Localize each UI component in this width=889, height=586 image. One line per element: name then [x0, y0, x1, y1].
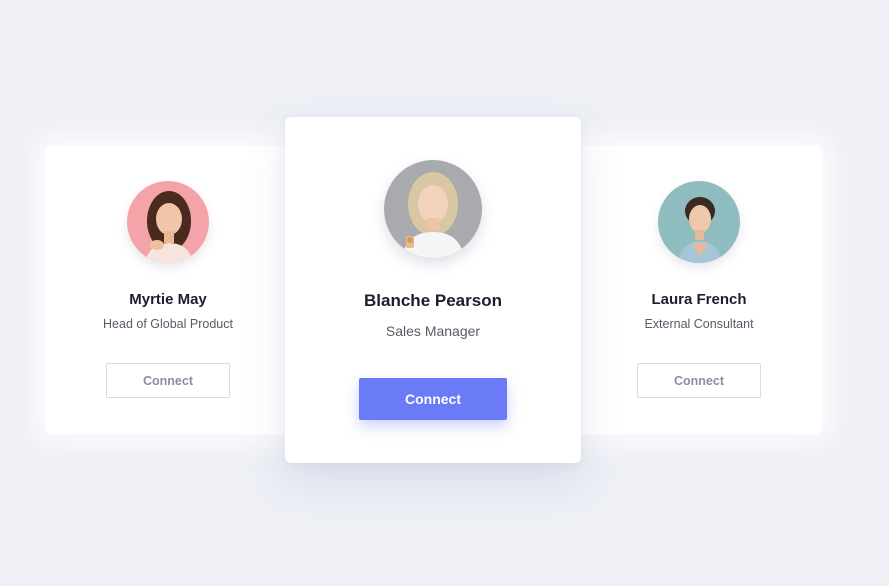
connect-button[interactable]: Connect: [106, 363, 230, 398]
profile-card-laura-french: Laura French External Consultant Connect: [542, 146, 822, 434]
avatar: [384, 160, 482, 258]
avatar-photo-icon: [658, 181, 740, 263]
avatar-photo-icon: [127, 181, 209, 263]
profile-name: Myrtie May: [129, 291, 207, 308]
profile-name: Laura French: [651, 291, 747, 308]
connect-button[interactable]: Connect: [359, 378, 507, 420]
profile-role: Sales Manager: [385, 323, 481, 339]
profile-cards-stage: Myrtie May Head of Global Product Connec…: [0, 0, 889, 586]
connect-button[interactable]: Connect: [637, 363, 761, 398]
profile-name: Blanche Pearson: [364, 291, 502, 310]
profile-role: External Consultant: [644, 317, 754, 331]
profile-card-myrtie-may: Myrtie May Head of Global Product Connec…: [45, 146, 325, 434]
avatar: [127, 181, 209, 263]
avatar-photo-icon: [384, 160, 482, 258]
profile-card-blanche-pearson: Blanche Pearson Sales Manager Connect: [285, 117, 581, 463]
profile-role: Head of Global Product: [103, 317, 233, 331]
avatar: [658, 181, 740, 263]
